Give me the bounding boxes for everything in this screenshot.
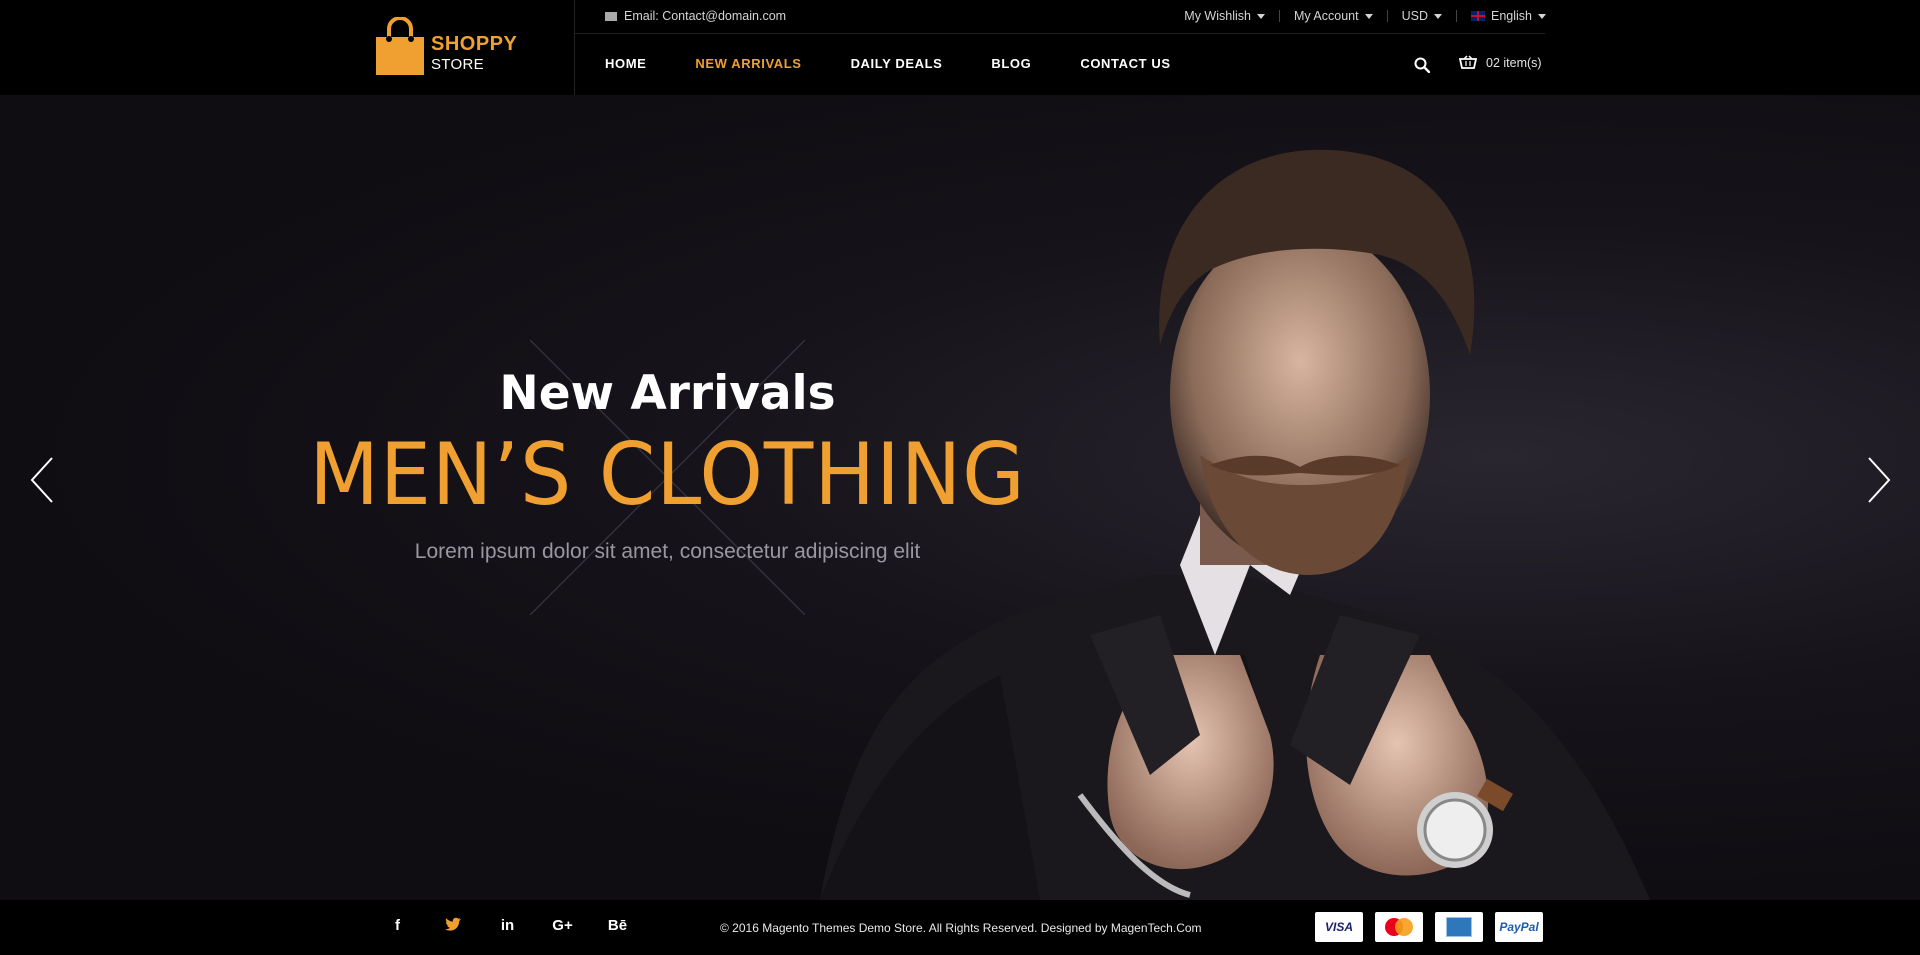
amex-payment-icon [1435, 912, 1483, 942]
top-links: My Wishlish My Account USD English [1170, 9, 1546, 23]
header-divider-horizontal [575, 33, 1545, 34]
slide-title: New Arrivals [499, 366, 836, 421]
google-plus-icon[interactable]: G+ [535, 917, 590, 935]
language-dropdown[interactable]: English [1457, 9, 1546, 23]
hero-slider: New Arrivals MEN’S CLOTHING Lorem ipsum … [0, 95, 1920, 900]
account-dropdown[interactable]: My Account [1280, 9, 1387, 23]
twitter-icon[interactable] [425, 917, 480, 935]
search-icon[interactable] [1414, 57, 1430, 73]
mail-icon [605, 11, 617, 21]
chevron-down-icon [1538, 13, 1546, 19]
slide-heading: MEN’S CLOTHING [309, 425, 1026, 525]
copyright-text: © 2016 Magento Themes Demo Store. All Ri… [720, 921, 1202, 935]
currency-label: USD [1401, 9, 1428, 23]
chevron-down-icon [1364, 13, 1373, 19]
nav-contact-us[interactable]: CONTACT US [1080, 56, 1170, 71]
nav-home[interactable]: HOME [605, 56, 646, 71]
shopping-bag-logo-icon [376, 17, 424, 75]
contact-email-text: Email: Contact@domain.com [624, 9, 787, 23]
nav-daily-deals[interactable]: DAILY DEALS [851, 56, 943, 71]
uk-flag-icon [1471, 11, 1485, 21]
slide-subtitle: Lorem ipsum dolor sit amet, consectetur … [414, 540, 921, 563]
nav-new-arrivals[interactable]: NEW ARRIVALS [695, 56, 801, 71]
account-label: My Account [1293, 9, 1359, 23]
paypal-payment-icon: PayPal [1495, 912, 1543, 942]
wishlist-label: My Wishlish [1184, 9, 1251, 23]
brand-name-bottom: STORE [431, 56, 484, 73]
header-divider-vertical [574, 0, 575, 95]
site-footer: f in G+ Bē © 2016 Magento Themes Demo St… [0, 900, 1920, 955]
cart-icon [1459, 55, 1477, 69]
chevron-down-icon [1256, 13, 1265, 19]
brand-name-top: SHOPPY [431, 33, 518, 55]
mastercard-payment-icon [1375, 912, 1423, 942]
language-label: English [1491, 9, 1532, 23]
linkedin-icon[interactable]: in [480, 917, 535, 935]
store-logo[interactable]: SHOPPY STORE [374, 17, 518, 77]
currency-dropdown[interactable]: USD [1388, 9, 1456, 23]
behance-icon[interactable]: Bē [590, 917, 645, 935]
social-links: f in G+ Bē [370, 917, 645, 935]
arrow-left-icon[interactable] [28, 455, 58, 505]
site-header: SHOPPY STORE Email: Contact@domain.com M… [0, 0, 1920, 95]
main-nav: HOME NEW ARRIVALS DAILY DEALS BLOG CONTA… [605, 56, 1171, 71]
arrow-right-icon[interactable] [1863, 455, 1893, 505]
cart-count: 02 item(s) [1486, 55, 1542, 70]
wishlist-dropdown[interactable]: My Wishlish [1170, 9, 1279, 23]
nav-blog[interactable]: BLOG [991, 56, 1031, 71]
visa-payment-icon: VISA [1315, 912, 1363, 942]
facebook-icon[interactable]: f [370, 917, 425, 935]
contact-email: Email: Contact@domain.com [605, 9, 786, 23]
mini-cart[interactable]: 02 item(s) [1459, 55, 1542, 70]
chevron-down-icon [1434, 13, 1442, 19]
